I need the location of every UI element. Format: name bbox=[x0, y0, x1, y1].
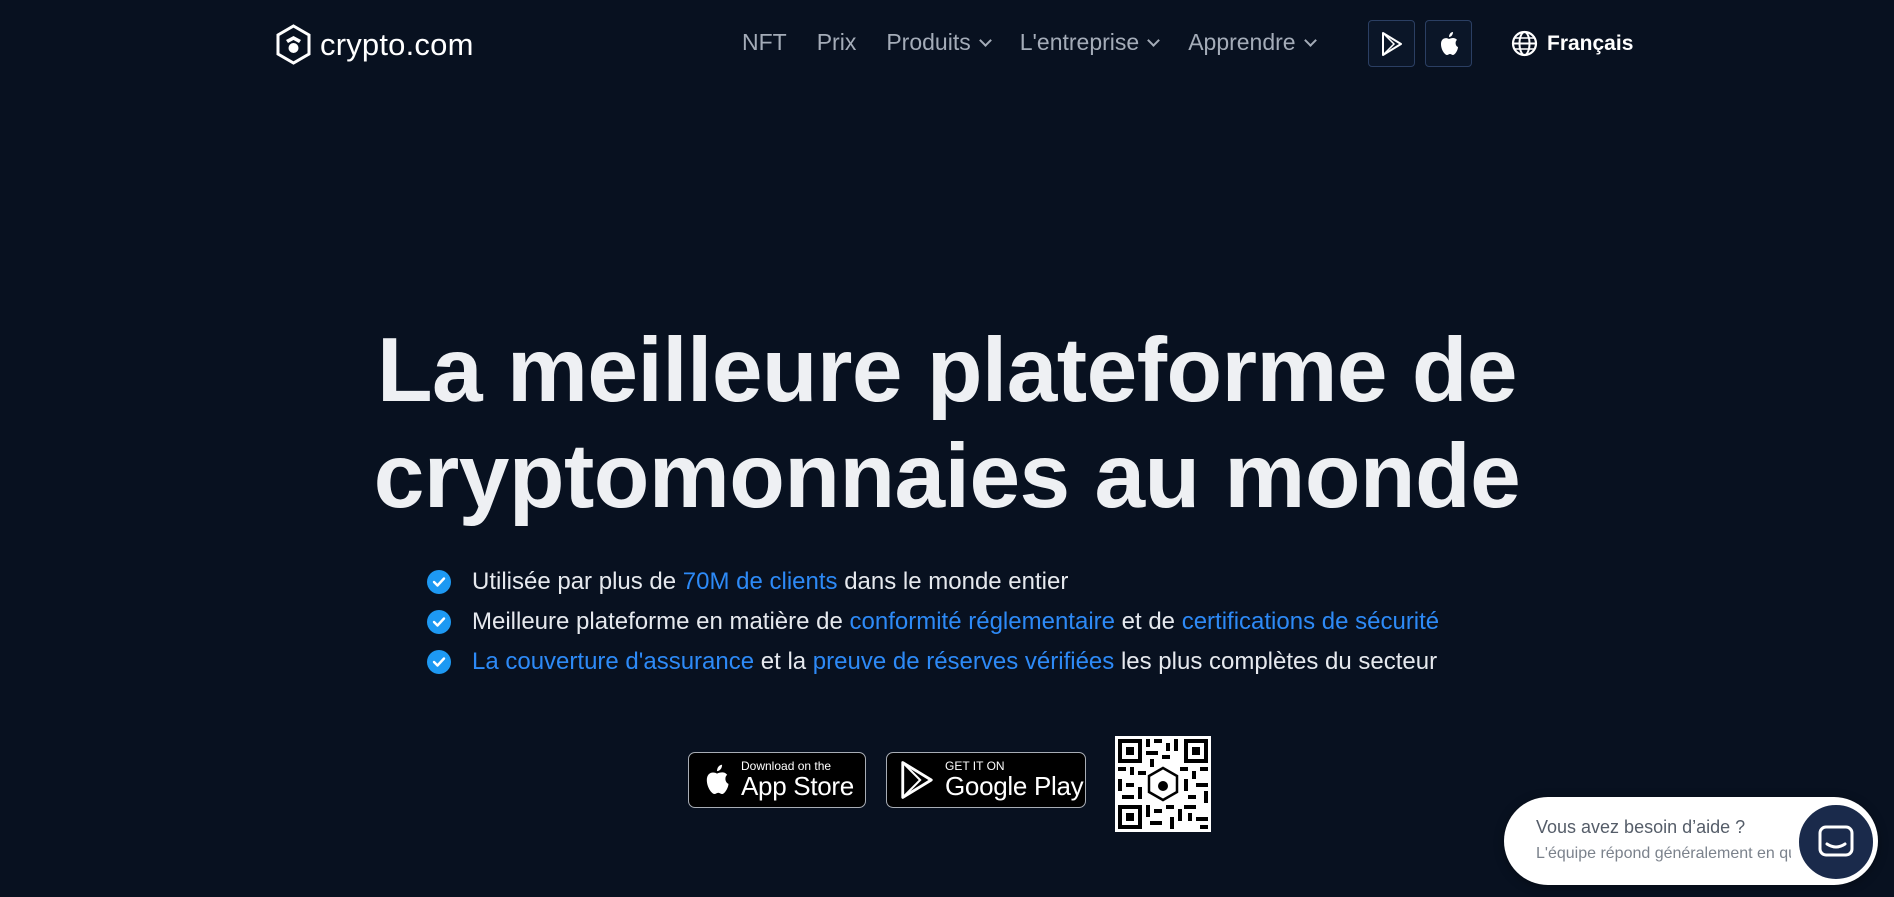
feature-text: Utilisée par plus de 70M de clients dans… bbox=[472, 568, 1068, 596]
nav-prix-label: Prix bbox=[816, 29, 857, 55]
feature-text-part: Meilleure plateforme en matière de bbox=[472, 608, 850, 635]
chevron-down-icon bbox=[978, 33, 992, 47]
apple-icon bbox=[706, 764, 729, 794]
hero-title-line2: cryptomonnaies au monde bbox=[373, 426, 1521, 527]
insurance-link[interactable]: La couverture d'assurance bbox=[472, 648, 754, 675]
check-icon bbox=[427, 650, 451, 674]
check-icon bbox=[427, 610, 451, 634]
language-label: Français bbox=[1547, 31, 1634, 55]
feature-text: La couverture d'assurance et la preuve d… bbox=[472, 648, 1437, 676]
chat-icon bbox=[1818, 825, 1854, 857]
feature-text-part: les plus complètes du secteur bbox=[1114, 648, 1438, 675]
app-store-badge[interactable]: Download on the App Store bbox=[688, 752, 866, 808]
feature-item: Utilisée par plus de 70M de clients dans… bbox=[427, 562, 1439, 602]
nav-nft[interactable]: NFT bbox=[742, 29, 787, 56]
google-play-big-text: Google Play bbox=[945, 771, 1084, 801]
feature-text-part: dans le monde entier bbox=[837, 568, 1069, 595]
logo[interactable]: crypto.com bbox=[275, 24, 474, 65]
feature-text-part: et de bbox=[1114, 608, 1182, 635]
proof-of-reserves-link[interactable]: preuve de réserves vérifiées bbox=[813, 648, 1114, 675]
main-nav: NFT Prix Produits L'entreprise Apprendre bbox=[742, 29, 1317, 56]
nav-prix[interactable]: Prix bbox=[817, 29, 857, 56]
google-play-icon bbox=[901, 761, 933, 799]
download-qr-code bbox=[1115, 736, 1211, 832]
hero-title: La meilleure plateforme de cryptomonnaies… bbox=[0, 318, 1894, 530]
feature-item: Meilleure plateforme en matière de confo… bbox=[427, 602, 1439, 642]
clients-link[interactable]: 70M de clients bbox=[683, 568, 838, 595]
logo-text: crypto.com bbox=[320, 26, 474, 62]
check-icon bbox=[427, 570, 451, 594]
nav-entreprise[interactable]: L'entreprise bbox=[1019, 29, 1161, 56]
help-subtitle: L'équipe répond généralement en quelques… bbox=[1536, 845, 1791, 862]
nav-nft-label: NFT bbox=[742, 29, 787, 55]
nav-produits[interactable]: Produits bbox=[886, 29, 992, 56]
chevron-down-icon bbox=[1147, 33, 1161, 47]
feature-text-part: Utilisée par plus de bbox=[472, 568, 683, 595]
feature-text: Meilleure plateforme en matière de confo… bbox=[472, 608, 1439, 636]
nav-apprendre-label: Apprendre bbox=[1188, 29, 1296, 55]
apple-icon bbox=[1440, 31, 1458, 55]
crypto-logo-icon bbox=[276, 24, 311, 65]
nav-apprendre[interactable]: Apprendre bbox=[1188, 29, 1317, 56]
nav-entreprise-label: L'entreprise bbox=[1019, 29, 1140, 55]
app-store-big-text: App Store bbox=[741, 771, 854, 801]
google-play-badge[interactable]: GET IT ON Google Play bbox=[886, 752, 1086, 808]
help-title: Vous avez besoin d’aide ? bbox=[1536, 817, 1746, 837]
app-store-header-button[interactable] bbox=[1425, 20, 1472, 67]
feature-text-part: et la bbox=[754, 648, 813, 675]
language-selector[interactable]: Français bbox=[1511, 30, 1633, 57]
compliance-link[interactable]: conformité réglementaire bbox=[850, 608, 1115, 635]
feature-list: Utilisée par plus de 70M de clients dans… bbox=[427, 562, 1439, 682]
google-play-icon bbox=[1381, 31, 1402, 56]
nav-produits-label: Produits bbox=[886, 29, 971, 55]
security-certifications-link[interactable]: certifications de sécurité bbox=[1182, 608, 1439, 635]
chevron-down-icon bbox=[1303, 33, 1317, 47]
google-play-header-button[interactable] bbox=[1368, 20, 1415, 67]
feature-item: La couverture d'assurance et la preuve d… bbox=[427, 642, 1439, 682]
hero-title-line1: La meilleure plateforme de bbox=[376, 320, 1518, 421]
chat-launcher-button[interactable] bbox=[1795, 801, 1877, 883]
globe-icon bbox=[1511, 30, 1538, 57]
